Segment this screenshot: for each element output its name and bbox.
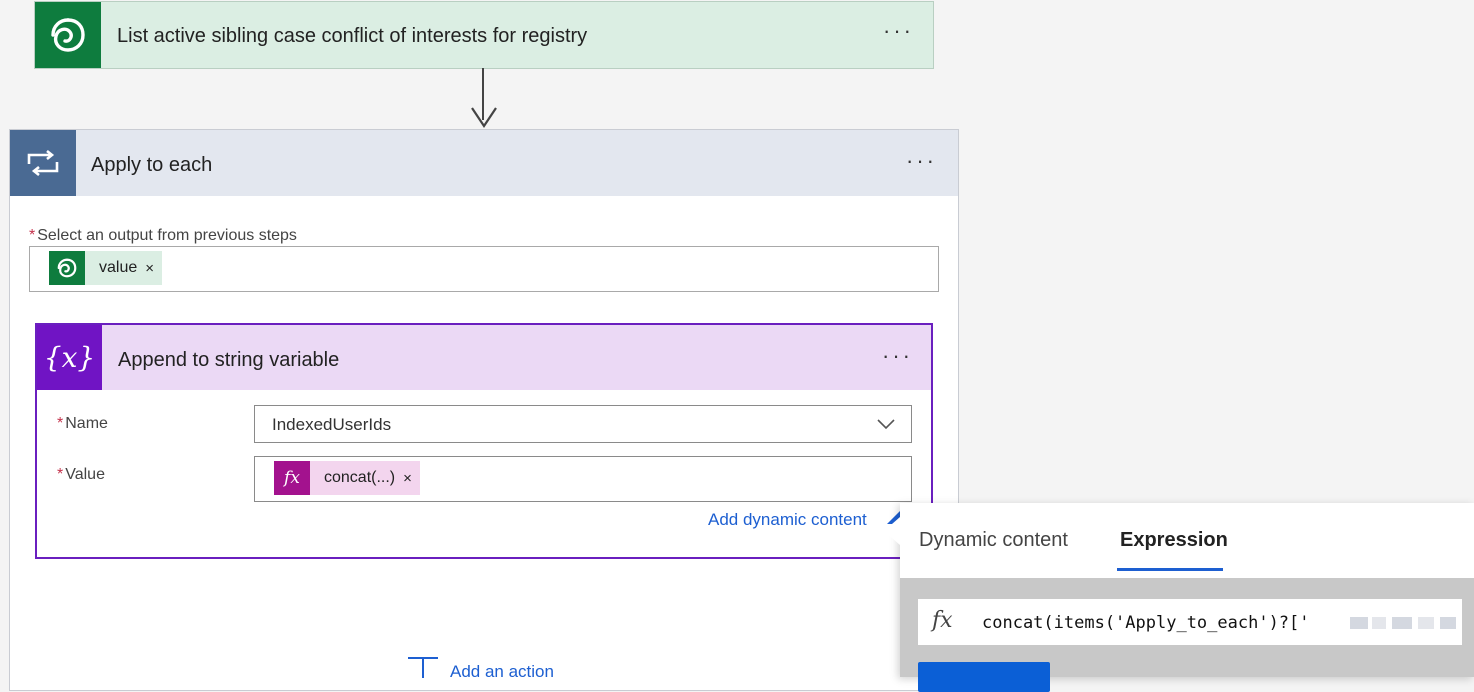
function-icon: fx: [274, 461, 310, 495]
add-dynamic-content-link[interactable]: Add dynamic content: [708, 510, 867, 530]
redacted-text: [1372, 617, 1386, 629]
more-options-icon[interactable]: ···: [906, 148, 937, 174]
add-an-action-button[interactable]: Add an action: [408, 656, 554, 682]
remove-token-icon[interactable]: ×: [403, 470, 420, 487]
loop-icon: [10, 130, 76, 196]
list-rows-step-card[interactable]: List active sibling case conflict of int…: [34, 1, 934, 69]
redacted-text: [1418, 617, 1434, 629]
append-step-title: Append to string variable: [118, 349, 340, 371]
value-token[interactable]: value ×: [49, 251, 163, 285]
variable-value-input[interactable]: fx concat(...) ×: [254, 456, 912, 502]
redacted-text: [1392, 617, 1412, 629]
ok-button[interactable]: [918, 662, 1050, 692]
required-marker: *: [57, 415, 64, 432]
add-action-icon: [408, 657, 438, 678]
apply-to-each-scope: Apply to each ··· * Select an output from…: [9, 129, 959, 691]
scope-title: Apply to each: [91, 154, 213, 176]
dynamic-content-popover: Dynamic content Expression fx concat(ite…: [884, 503, 1474, 692]
dataverse-icon: [35, 2, 101, 68]
dataverse-icon: [49, 251, 85, 285]
expression-token[interactable]: fx concat(...) ×: [274, 461, 420, 495]
popover-caret: [884, 517, 900, 545]
variable-name-dropdown[interactable]: IndexedUserIds: [254, 405, 912, 443]
step-title: List active sibling case conflict of int…: [117, 25, 588, 47]
required-marker: *: [29, 227, 36, 244]
output-label-text: Select an output from previous steps: [37, 227, 297, 244]
name-field-label: * Name: [57, 415, 108, 433]
name-label-text: Name: [65, 415, 108, 432]
expression-input[interactable]: fx concat(items('Apply_to_each')?[': [918, 599, 1462, 645]
token-label: concat(...): [324, 469, 396, 486]
redacted-text: [1440, 617, 1456, 629]
remove-token-icon[interactable]: ×: [145, 260, 162, 277]
expression-text: concat(items('Apply_to_each')?[': [982, 613, 1310, 633]
chevron-down-icon: [877, 419, 895, 430]
required-marker: *: [57, 466, 64, 483]
tab-dynamic-content[interactable]: Dynamic content: [919, 529, 1068, 552]
selected-variable-name: IndexedUserIds: [272, 415, 392, 434]
output-field-label: * Select an output from previous steps: [29, 227, 297, 245]
redacted-text: [1350, 617, 1368, 629]
select-output-input[interactable]: value ×: [29, 246, 939, 292]
token-label: value: [99, 259, 138, 276]
expression-panel: fx concat(items('Apply_to_each')?[': [900, 578, 1474, 692]
value-label-text: Value: [65, 466, 105, 483]
more-options-icon[interactable]: ···: [882, 343, 913, 369]
value-field-label: * Value: [57, 466, 105, 484]
active-tab-indicator: [1117, 568, 1223, 571]
arrow-down-icon: [471, 107, 497, 128]
tab-expression[interactable]: Expression: [1120, 529, 1228, 552]
more-options-icon[interactable]: ···: [883, 18, 914, 44]
variable-icon: {x}: [37, 325, 102, 390]
add-action-label: Add an action: [450, 662, 554, 681]
append-to-string-variable-card: {x} Append to string variable ··· * Name …: [35, 323, 933, 559]
function-icon: fx: [932, 608, 953, 633]
